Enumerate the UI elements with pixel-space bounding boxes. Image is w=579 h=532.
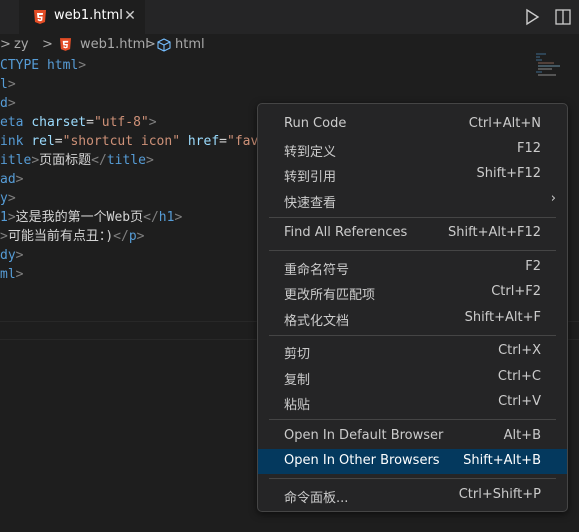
close-icon[interactable]: ✕ bbox=[122, 8, 138, 24]
menu-separator bbox=[269, 419, 556, 420]
html5-icon bbox=[34, 10, 46, 24]
tab-bar: web1.html ✕ bbox=[0, 0, 579, 34]
breadcrumb: > zy > web1.html > html bbox=[0, 34, 579, 56]
chevron-right-icon: › bbox=[550, 191, 556, 206]
menu-item-go-to-definition[interactable]: 转到定义 F12 bbox=[258, 137, 567, 162]
code-line: CTYPE html> bbox=[0, 58, 87, 73]
menu-item-format-document[interactable]: 格式化文档 Shift+Alt+F bbox=[258, 306, 567, 331]
code-line: ml> bbox=[0, 267, 24, 282]
breadcrumb-separator: > bbox=[42, 37, 53, 52]
breadcrumb-symbol[interactable]: html bbox=[175, 37, 205, 52]
menu-item-find-all-references[interactable]: Find All References Shift+Alt+F12 bbox=[258, 221, 567, 246]
breadcrumb-folder[interactable]: zy bbox=[14, 37, 29, 52]
menu-item-rename-symbol[interactable]: 重命名符号 F2 bbox=[258, 255, 567, 280]
symbol-cube-icon bbox=[157, 38, 171, 52]
breadcrumb-separator: > bbox=[145, 37, 156, 52]
menu-separator bbox=[269, 478, 556, 479]
tab-label: web1.html bbox=[54, 8, 123, 23]
menu-separator bbox=[269, 250, 556, 251]
html5-icon bbox=[60, 38, 71, 51]
code-line: >可能当前有点丑：)</p> bbox=[0, 229, 145, 244]
code-line: eta charset="utf-8"> bbox=[0, 115, 157, 130]
breadcrumb-file[interactable]: web1.html bbox=[80, 37, 149, 52]
menu-item-open-in-default-browser[interactable]: Open In Default Browser Alt+B bbox=[258, 424, 567, 449]
menu-item-open-in-other-browsers[interactable]: Open In Other Browsers Shift+Alt+B bbox=[258, 449, 567, 474]
code-line: ink rel="shortcut icon" href="fav bbox=[0, 134, 259, 149]
code-line: 1>这是我的第一个Web页</h1> bbox=[0, 210, 183, 225]
menu-item-go-to-references[interactable]: 转到引用 Shift+F12 bbox=[258, 162, 567, 187]
menu-item-change-all-occurrences[interactable]: 更改所有匹配项 Ctrl+F2 bbox=[258, 280, 567, 305]
menu-item-peek[interactable]: 快速查看 › bbox=[258, 188, 567, 213]
split-editor-icon[interactable] bbox=[553, 7, 573, 27]
menu-separator bbox=[269, 335, 556, 336]
code-line: ad> bbox=[0, 172, 24, 187]
menu-item-copy[interactable]: 复制 Ctrl+C bbox=[258, 365, 567, 390]
menu-item-command-palette[interactable]: 命令面板... Ctrl+Shift+P bbox=[258, 483, 567, 508]
play-icon[interactable] bbox=[522, 7, 542, 27]
menu-separator bbox=[269, 217, 556, 218]
breadcrumb-chevron: > bbox=[0, 37, 11, 52]
code-line: itle>页面标题</title> bbox=[0, 153, 154, 168]
code-line: y> bbox=[0, 191, 16, 206]
menu-item-cut[interactable]: 剪切 Ctrl+X bbox=[258, 339, 567, 364]
menu-item-run-code[interactable]: Run Code Ctrl+Alt+N bbox=[258, 112, 567, 137]
menu-item-paste[interactable]: 粘贴 Ctrl+V bbox=[258, 390, 567, 415]
context-menu: Run Code Ctrl+Alt+N 转到定义 F12 转到引用 Shift+F12… bbox=[257, 103, 568, 512]
code-line: l> bbox=[0, 77, 16, 92]
code-line: dy> bbox=[0, 248, 24, 263]
tab-web1-html[interactable]: web1.html ✕ bbox=[19, 0, 145, 34]
minimap[interactable] bbox=[534, 52, 562, 78]
code-line: d> bbox=[0, 96, 16, 111]
